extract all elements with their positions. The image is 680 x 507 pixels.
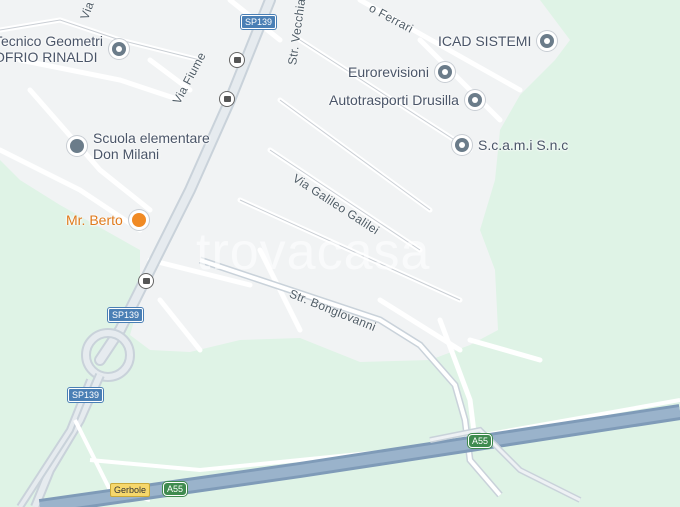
poi-eurorevisioni[interactable]: Eurorevisioni — [348, 62, 455, 82]
road-shield-sp139: SP139 — [241, 15, 277, 29]
place-tag-gerbole[interactable]: Gerbole — [110, 483, 151, 497]
road-shield-a55: A55 — [468, 434, 493, 448]
road-shield-a55: A55 — [163, 482, 188, 496]
poi-berto-label: Mr. Berto — [66, 212, 123, 228]
location-pin-icon[interactable] — [537, 31, 558, 51]
bus-stop-icon[interactable] — [219, 91, 235, 107]
poi-eurorevisioni-label: Eurorevisioni — [348, 64, 429, 80]
bus-stop-icon[interactable] — [229, 52, 245, 68]
location-pin-icon[interactable] — [452, 135, 472, 155]
location-pin-icon[interactable] — [464, 90, 485, 110]
poi-drusilla[interactable]: Autotrasporti Drusilla — [329, 90, 485, 110]
watermark: trovacasa — [196, 223, 431, 281]
poi-school-label-2: Don Milani — [93, 146, 160, 162]
poi-icad[interactable]: ICAD SISTEMI — [438, 31, 558, 51]
poi-berto[interactable]: Mr. Berto — [66, 210, 149, 230]
poi-geometri-label-2: OFRIO RINALDI — [0, 49, 98, 65]
poi-school-label-1: Scuola elementare — [93, 130, 210, 146]
road-shield-sp139: SP139 — [108, 308, 144, 322]
poi-scami[interactable]: S.c.a.m.i S.n.c — [452, 135, 568, 155]
poi-scami-label: S.c.a.m.i S.n.c — [478, 137, 569, 153]
bus-stop-icon[interactable] — [138, 273, 154, 289]
school-icon[interactable] — [67, 136, 87, 156]
poi-geometri-label-1: Tecnico Geometri — [0, 33, 103, 49]
poi-geometri[interactable]: Tecnico Geometri OFRIO RINALDI — [0, 33, 129, 65]
map-view[interactable]: trovacasa Tecnico Geometri OFRIO RINALDI… — [0, 0, 680, 507]
location-pin-icon[interactable] — [108, 39, 129, 59]
restaurant-icon[interactable] — [128, 210, 149, 230]
poi-drusilla-label: Autotrasporti Drusilla — [329, 92, 459, 108]
poi-icad-label: ICAD SISTEMI — [438, 33, 532, 49]
road-shield-sp139: SP139 — [68, 388, 104, 402]
location-pin-icon[interactable] — [434, 62, 455, 82]
poi-school[interactable]: Scuola elementare Don Milani — [67, 130, 210, 162]
